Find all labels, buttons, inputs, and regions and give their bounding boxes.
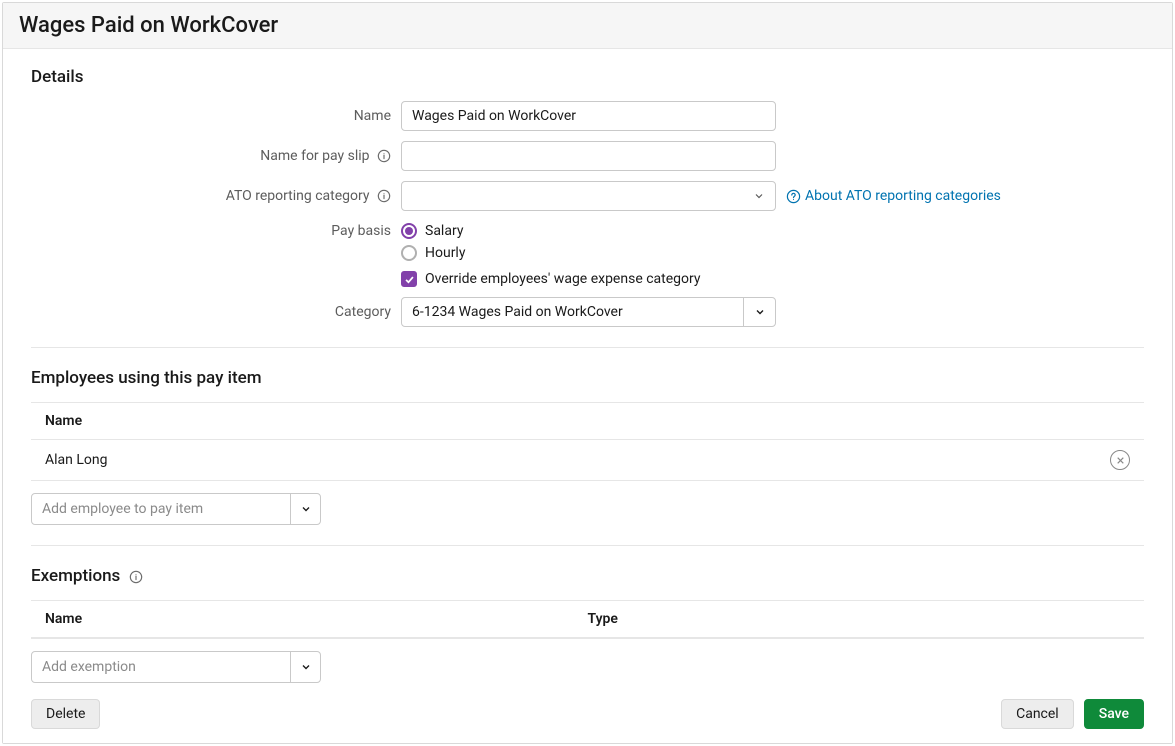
override-checkbox[interactable]: Override employees' wage expense categor… <box>401 271 701 287</box>
exemptions-section: Exemptions Name Type Add exemption <box>31 566 1144 683</box>
question-icon <box>786 189 801 204</box>
pay-basis-salary[interactable]: Salary <box>401 223 701 239</box>
save-button[interactable]: Save <box>1084 699 1144 729</box>
name-label: Name <box>31 101 401 131</box>
pay-basis-hourly[interactable]: Hourly <box>401 245 701 261</box>
remove-icon[interactable] <box>1110 450 1130 470</box>
employees-name-header: Name <box>45 413 1130 429</box>
table-row: Alan Long <box>31 440 1144 480</box>
page-header: Wages Paid on WorkCover <box>3 3 1172 49</box>
details-section: Details Name Name for pay slip <box>31 67 1144 327</box>
chevron-down-icon <box>737 190 765 202</box>
payslip-name-label: Name for pay slip <box>31 141 401 171</box>
employees-table: Name Alan Long <box>31 402 1144 481</box>
info-icon[interactable] <box>377 189 391 203</box>
add-employee-combo[interactable]: Add employee to pay item <box>31 493 321 525</box>
chevron-down-icon <box>743 298 775 326</box>
info-icon[interactable] <box>377 149 391 163</box>
employees-section: Employees using this pay item Name Alan … <box>31 368 1144 525</box>
checkbox-icon <box>401 271 417 287</box>
ato-label: ATO reporting category <box>31 181 401 211</box>
employees-title: Employees using this pay item <box>31 368 1144 388</box>
ato-help-link[interactable]: About ATO reporting categories <box>786 188 1001 204</box>
radio-icon <box>401 223 417 239</box>
pay-basis-label: Pay basis <box>31 221 401 241</box>
employee-name: Alan Long <box>45 452 1110 468</box>
delete-button[interactable]: Delete <box>31 699 100 729</box>
page-title: Wages Paid on WorkCover <box>19 13 1156 38</box>
exemptions-type-header: Type <box>588 611 1131 627</box>
radio-icon <box>401 245 417 261</box>
name-input[interactable] <box>401 101 776 131</box>
chevron-down-icon <box>290 652 320 682</box>
footer: Delete Cancel Save <box>3 689 1172 743</box>
add-exemption-combo[interactable]: Add exemption <box>31 651 321 683</box>
exemptions-name-header: Name <box>45 611 588 627</box>
chevron-down-icon <box>290 494 320 524</box>
category-select[interactable]: 6-1234 Wages Paid on WorkCover <box>401 297 776 327</box>
exemptions-title: Exemptions <box>31 566 1144 586</box>
cancel-button[interactable]: Cancel <box>1001 699 1074 729</box>
info-icon[interactable] <box>129 570 143 584</box>
payslip-name-input[interactable] <box>401 141 776 171</box>
ato-select[interactable] <box>401 181 776 211</box>
details-title: Details <box>31 67 1144 87</box>
exemptions-table: Name Type <box>31 600 1144 639</box>
category-label: Category <box>31 297 401 327</box>
